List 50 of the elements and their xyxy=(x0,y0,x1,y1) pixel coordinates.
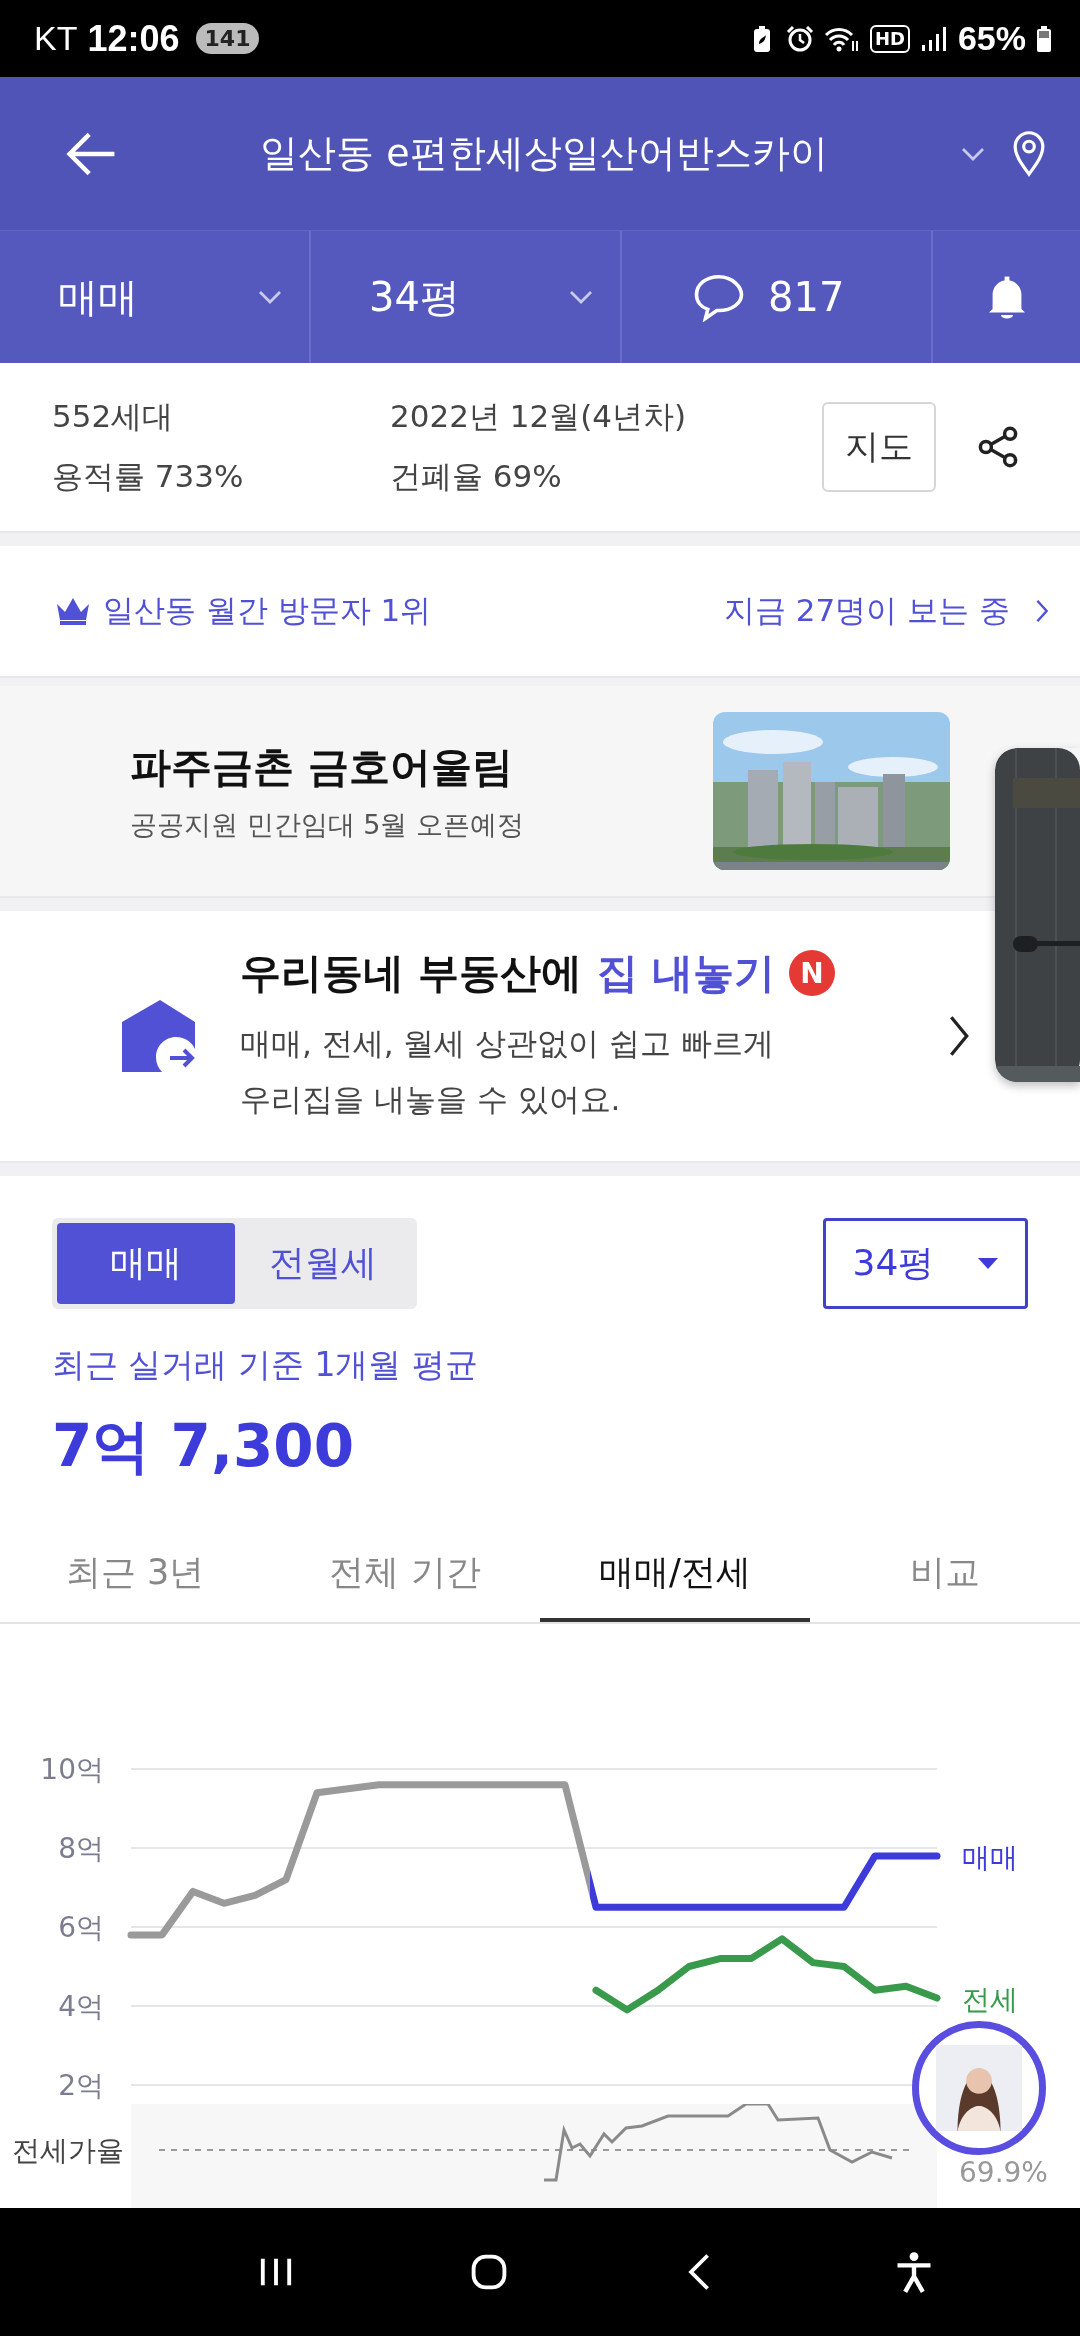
price-caption: 최근 실거래 기준 1개월 평균 xyxy=(52,1344,479,1386)
axis-label: 8억 xyxy=(58,1832,104,1865)
axis-label: 6억 xyxy=(58,1911,104,1944)
ratio-label: 전세가율 xyxy=(11,2133,125,2169)
period-tab[interactable]: 매매/전세 xyxy=(540,1526,810,1622)
series-label: 전세 xyxy=(962,1983,1018,2017)
signal-icon xyxy=(919,24,948,53)
completion-date: 2022년 12월(4년차) xyxy=(390,397,688,436)
size-dropdown[interactable]: 34평 xyxy=(823,1218,1028,1309)
period-tab[interactable]: 비교 xyxy=(810,1526,1080,1622)
comments-button[interactable]: 817 xyxy=(622,231,931,363)
chevron-right-icon[interactable] xyxy=(948,1014,970,1058)
crown-icon xyxy=(55,596,91,626)
visitor-rank-text: 일산동 월간 방문자 1위 xyxy=(103,591,432,630)
notification-count: 141 xyxy=(195,23,260,54)
location-pin-icon[interactable] xyxy=(1012,129,1046,178)
chevron-right-icon xyxy=(1034,598,1050,624)
axis-label: 10억 xyxy=(40,1753,104,1786)
deal-type-tab[interactable]: 전월세 xyxy=(234,1223,412,1304)
caret-down-icon xyxy=(978,1257,999,1270)
viewers-link[interactable]: 지금 27명이 보는 중 xyxy=(724,590,1050,632)
page-title: 일산동 e편한세상일산어반스카이 xyxy=(259,130,829,177)
axis-label: 2억 xyxy=(58,2069,104,2102)
average-price: 7억 7,300 xyxy=(52,1411,355,1482)
period-tab[interactable]: 전체 기간 xyxy=(270,1526,540,1622)
new-badge: N xyxy=(788,950,835,996)
series-label: 매매 xyxy=(962,1840,1018,1874)
filter-dropdown[interactable]: 34평 xyxy=(311,231,620,363)
building-coverage-ratio: 건폐율 69% xyxy=(390,457,563,496)
ad-title: 파주금촌 금호어울림 xyxy=(130,741,515,793)
map-button[interactable]: 지도 xyxy=(822,402,936,492)
carrier-label: KT xyxy=(34,19,78,58)
alarm-icon xyxy=(785,24,814,53)
axis-label: 4억 xyxy=(58,1990,104,2023)
household-count: 552세대 xyxy=(52,397,175,436)
speech-bubble-icon xyxy=(692,272,746,322)
ad-banner[interactable]: 파주금촌 금호어울림 공공지원 민간임대 5월 오픈예정 xyxy=(0,686,1080,896)
ratio-value: 69.9% xyxy=(958,2155,1048,2191)
clock: 12:06 xyxy=(87,17,180,60)
filter-dropdown[interactable]: 매매 xyxy=(0,231,309,363)
floor-area-ratio: 용적률 733% xyxy=(52,457,245,496)
battery-percent: 65% xyxy=(957,19,1026,58)
share-icon[interactable] xyxy=(976,425,1020,469)
promo-title: 우리동네 부동산에 집 내놓기 xyxy=(240,947,775,999)
deal-type-tab[interactable]: 매매 xyxy=(57,1223,235,1304)
period-tab[interactable]: 최근 3년 xyxy=(0,1526,270,1622)
hd-voice-label: HD xyxy=(869,24,910,53)
battery-icon xyxy=(1036,24,1052,53)
ad-subtitle: 공공지원 민간임대 5월 오픈예정 xyxy=(130,807,524,842)
promo-description: 매매, 전세, 월세 상관없이 쉽고 빠르게 우리집을 내놓을 수 있어요. xyxy=(240,1023,775,1119)
